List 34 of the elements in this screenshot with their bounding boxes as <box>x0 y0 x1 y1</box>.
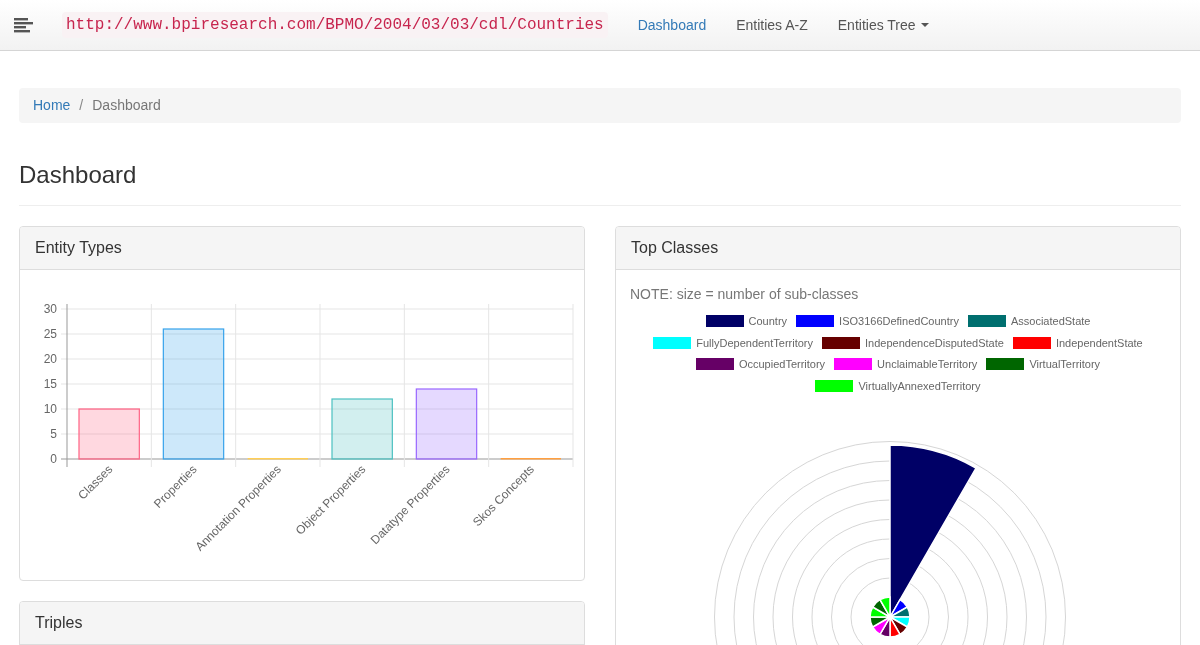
panel-title: Top Classes <box>631 239 719 256</box>
legend-label: OccupiedTerritory <box>738 357 826 372</box>
bar <box>331 398 393 460</box>
bar <box>415 388 478 460</box>
nav-link[interactable]: Dashboard <box>622 14 722 36</box>
y-tick-label: 25 <box>43 327 57 341</box>
nav-link[interactable]: Entities Tree <box>822 14 944 36</box>
bar <box>78 408 140 460</box>
panel-title: Entity Types <box>35 239 122 256</box>
breadcrumb-current: Dashboard <box>92 96 161 115</box>
menu-icon[interactable] <box>14 17 33 33</box>
legend-label: Country <box>748 314 788 329</box>
legend-label: IndependenceDisputedState <box>865 335 1004 351</box>
legend-label: IndependentState <box>1055 335 1143 351</box>
legend-label: VirtuallyAnnexedTerritory <box>858 378 981 394</box>
y-tick-label: 15 <box>43 377 57 391</box>
legend-label: VirtualTerritory <box>1029 357 1101 372</box>
y-tick-label: 30 <box>43 302 57 316</box>
caret-icon <box>920 23 929 27</box>
note-text: NOTE: size = number of sub-classes <box>630 285 860 304</box>
breadcrumb-separator: / <box>79 96 84 115</box>
breadcrumb-link[interactable]: Home <box>33 95 71 116</box>
nav-link[interactable]: Entities A-Z <box>721 14 823 36</box>
legend-label: ISO3166DefinedCountry <box>839 314 959 329</box>
panel-title: Triples <box>35 614 83 631</box>
y-tick-label: 20 <box>43 352 57 366</box>
page-title: Dashboard <box>19 161 138 189</box>
legend-label: FullyDependentTerritory <box>696 335 814 351</box>
legend-label: AssociatedState <box>1010 314 1091 329</box>
legend-label: UnclaimableTerritory <box>877 357 978 372</box>
ontology-url: http://www.bpiresearch.com/BPMO/2004/03/03/cdl/Countries <box>62 12 608 38</box>
y-tick-label: 0 <box>50 452 57 466</box>
y-tick-label: 5 <box>50 427 57 441</box>
y-tick-label: 10 <box>43 402 57 416</box>
